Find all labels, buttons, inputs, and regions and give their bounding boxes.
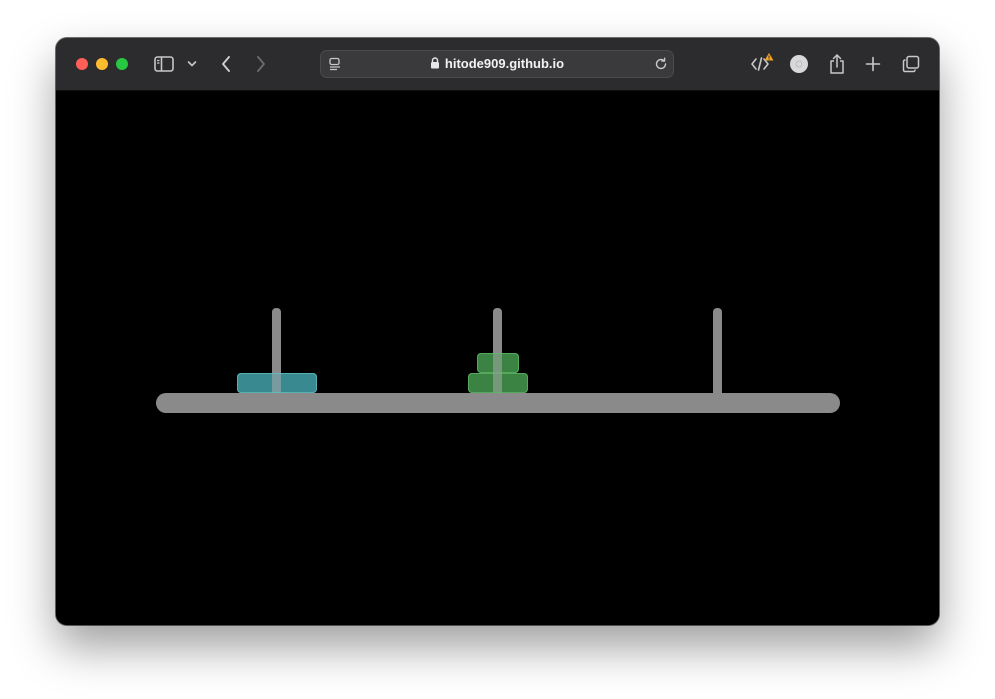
tab-overview-icon[interactable] — [900, 52, 922, 76]
chevron-down-icon[interactable] — [185, 52, 199, 76]
minimize-window-button[interactable] — [96, 58, 108, 70]
close-window-button[interactable] — [76, 58, 88, 70]
back-arrow-icon[interactable] — [216, 52, 236, 76]
browser-toolbar: hitode909.github.io — [56, 38, 939, 91]
zoom-window-button[interactable] — [116, 58, 128, 70]
extension-circle-icon[interactable] — [788, 52, 810, 76]
url-text: hitode909.github.io — [444, 56, 565, 71]
sidebar-icon[interactable] — [153, 52, 175, 76]
hanoi-base — [156, 393, 840, 413]
forward-arrow-icon[interactable] — [251, 52, 271, 76]
reload-icon[interactable] — [652, 52, 670, 76]
game-canvas[interactable] — [56, 91, 939, 625]
browser-window: hitode909.github.io — [56, 38, 939, 625]
code-brackets-icon[interactable] — [750, 52, 774, 76]
share-icon[interactable] — [826, 52, 848, 76]
peg-3[interactable] — [713, 308, 722, 394]
peg-2-overlap — [493, 354, 502, 392]
lock-icon — [430, 51, 440, 79]
address-bar[interactable]: hitode909.github.io — [320, 50, 674, 78]
plus-icon[interactable] — [863, 52, 883, 76]
url-field[interactable]: hitode909.github.io — [320, 50, 674, 78]
peg-1-overlap — [272, 374, 281, 392]
